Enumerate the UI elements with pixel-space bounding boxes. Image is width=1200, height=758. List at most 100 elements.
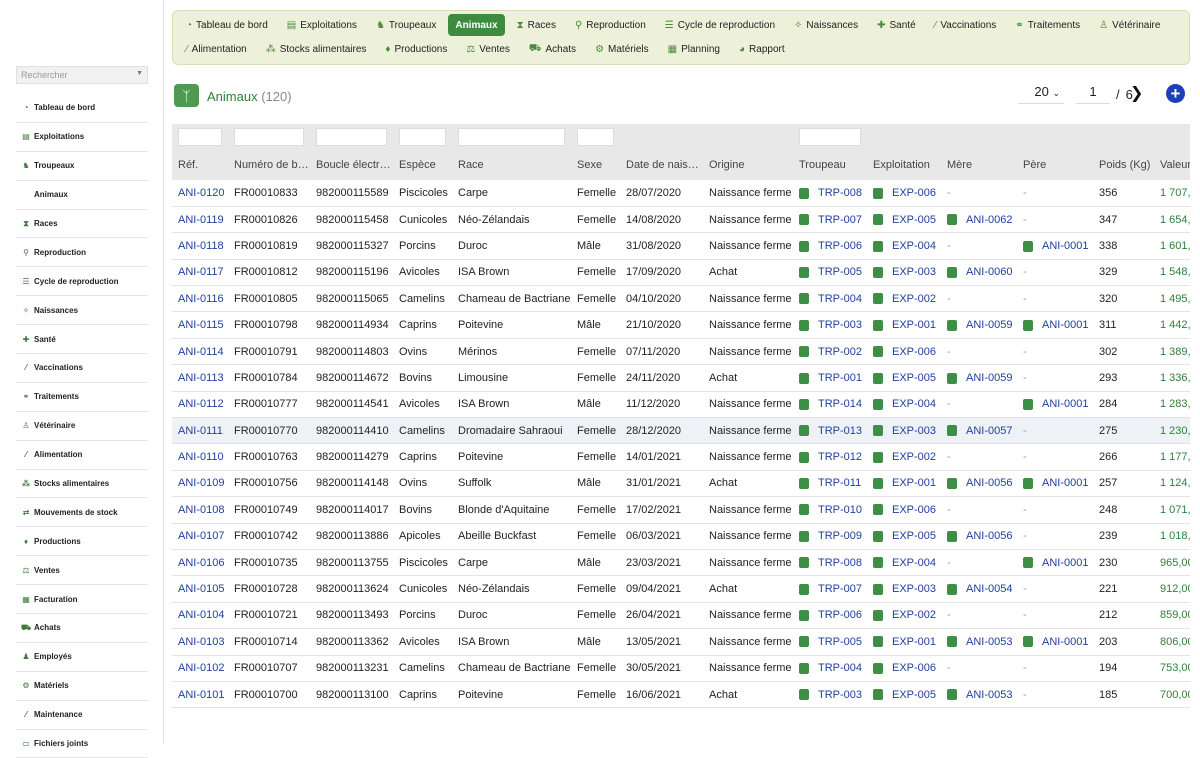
cell-link[interactable]: EXP-004 (892, 398, 936, 410)
cell-link[interactable]: ANI-0001 (1042, 319, 1088, 331)
cell-ref[interactable]: ANI-0105 (172, 575, 228, 603)
cell-link[interactable]: TRP-004 (818, 293, 862, 305)
column-header-ref[interactable]: Réf. (172, 150, 228, 180)
column-header-mere[interactable]: Mère (941, 150, 1017, 180)
cell-link[interactable]: TRP-014 (818, 398, 862, 410)
cell-link[interactable]: ANI-0001 (1042, 477, 1088, 489)
nav-rapport[interactable]: ◕ Rapport (732, 38, 792, 60)
sidebar-item-employes[interactable]: ♟ Employés (16, 643, 148, 672)
filter-input-race[interactable] (458, 128, 565, 146)
sidebar-item-troupeaux[interactable]: ♞ Troupeaux (16, 152, 148, 181)
cell-link[interactable]: ANI-0057 (966, 425, 1012, 437)
cell-link[interactable]: ANI-0001 (1042, 636, 1088, 648)
column-header-origine[interactable]: Origine (703, 150, 793, 180)
next-page-icon[interactable]: ❯ (1130, 83, 1143, 103)
sidebar-item-reproduction[interactable]: ⚲ Reproduction (16, 238, 148, 268)
nav-exploitations[interactable]: ▤ Exploitations (280, 14, 364, 36)
cell-link[interactable]: EXP-002 (892, 451, 936, 463)
cell-link[interactable]: EXP-002 (892, 293, 936, 305)
sidebar-item-animaux[interactable]: Animaux (16, 181, 148, 210)
cell-ref[interactable]: ANI-0118 (172, 232, 228, 260)
sidebar-item-exploitations[interactable]: ▤ Exploitations (16, 123, 148, 152)
cell-link[interactable]: TRP-003 (818, 319, 862, 331)
table-row[interactable]: ANI-0119 FR00010826 982000115458 Cunicoles N… (172, 206, 1190, 234)
cell-link[interactable]: TRP-007 (818, 583, 862, 595)
cell-link[interactable]: TRP-005 (818, 266, 862, 278)
table-row[interactable]: ANI-0111 FR00010770 982000114410 Camelins Dr… (172, 417, 1190, 445)
column-header-poids-kg[interactable]: Poids (Kg) (1093, 150, 1154, 180)
cell-ref[interactable]: ANI-0101 (172, 681, 228, 709)
cell-link[interactable]: ANI-0062 (966, 214, 1012, 226)
cell-link[interactable]: EXP-003 (892, 266, 936, 278)
nav-cycle-de-reproduction[interactable]: ☰ Cycle de reproduction (658, 14, 782, 36)
nav-stocks-alimentaires[interactable]: ⁂ Stocks alimentaires (259, 38, 374, 60)
cell-link[interactable]: EXP-006 (892, 187, 936, 199)
column-header-troupeau[interactable]: Troupeau (793, 150, 867, 180)
cell-link[interactable]: TRP-008 (818, 557, 862, 569)
cell-link[interactable]: ANI-0001 (1042, 557, 1088, 569)
table-row[interactable]: ANI-0109 FR00010756 982000114148 Ovins Suffo… (172, 470, 1190, 498)
sidebar-item-naissances[interactable]: ✧ Naissances (16, 296, 148, 326)
column-header-sexe[interactable]: Sexe (571, 150, 620, 180)
cell-ref[interactable]: ANI-0120 (172, 180, 228, 207)
sidebar-item-maintenance[interactable]: ⁄ Maintenance (16, 701, 148, 730)
cell-ref[interactable]: ANI-0108 (172, 496, 228, 524)
cell-ref[interactable]: ANI-0104 (172, 602, 228, 630)
cell-link[interactable]: ANI-0001 (1042, 398, 1088, 410)
cell-link[interactable]: EXP-006 (892, 662, 936, 674)
sidebar-item-traitements[interactable]: ⚭ Traitements (16, 383, 148, 412)
column-header-numero-de-b[interactable]: Numéro de b… (228, 150, 310, 180)
nav-achats[interactable]: ⛟ Achats (522, 38, 583, 60)
cell-link[interactable]: TRP-011 (818, 477, 861, 489)
cell-link[interactable]: EXP-001 (892, 477, 936, 489)
cell-ref[interactable]: ANI-0106 (172, 549, 228, 577)
cell-link[interactable]: EXP-005 (892, 689, 936, 701)
cell-link[interactable]: TRP-006 (818, 609, 862, 621)
cell-link[interactable]: TRP-008 (818, 187, 862, 199)
column-header-espece[interactable]: Espèce (393, 150, 452, 180)
table-row[interactable]: ANI-0118 FR00010819 982000115327 Porcins Dur… (172, 232, 1190, 260)
nav-races[interactable]: ⧗ Races (510, 14, 563, 36)
filter-input-boucle-electr[interactable] (316, 128, 387, 146)
add-animal-button[interactable]: + (1166, 84, 1185, 103)
table-row[interactable]: ANI-0107 FR00010742 982000113886 Apicoles Ab… (172, 523, 1190, 550)
cell-link[interactable]: TRP-006 (818, 240, 862, 252)
table-row[interactable]: ANI-0116 FR00010805 982000115065 Camelins Ch… (172, 285, 1190, 313)
sidebar-item-alimentation[interactable]: ⁄ Alimentation (16, 441, 148, 470)
cell-link[interactable]: ANI-0054 (966, 583, 1012, 595)
sidebar-item-vaccinations[interactable]: ⁄ Vaccinations (16, 354, 148, 383)
sidebar-item-veterinaire[interactable]: ♙ Vétérinaire (16, 412, 148, 441)
filter-input-troupeau[interactable] (799, 128, 861, 146)
sidebar-item-fichiers-joints[interactable]: ▭ Fichiers joints (16, 730, 148, 758)
cell-link[interactable]: TRP-009 (818, 530, 862, 542)
filter-input-sexe[interactable] (577, 128, 614, 146)
cell-link[interactable]: EXP-005 (892, 214, 936, 226)
cell-link[interactable]: EXP-006 (892, 346, 936, 358)
cell-link[interactable]: EXP-006 (892, 504, 936, 516)
cell-link[interactable]: EXP-003 (892, 583, 936, 595)
nav-naissances[interactable]: ✧ Naissances (787, 14, 865, 36)
nav-reproduction[interactable]: ⚲ Reproduction (568, 14, 653, 36)
nav-alimentation[interactable]: ⁄ Alimentation (179, 38, 254, 60)
nav-planning[interactable]: ▦ Planning (661, 38, 727, 60)
cell-ref[interactable]: ANI-0110 (172, 443, 228, 471)
sidebar-item-facturation[interactable]: ▦ Facturation (16, 585, 148, 615)
table-row[interactable]: ANI-0106 FR00010735 982000113755 Piscicoles… (172, 549, 1190, 577)
sidebar-item-stocks-alimentaires[interactable]: ⁂ Stocks alimentaires (16, 470, 148, 499)
sidebar-item-mouvements-de-stock[interactable]: ⇄ Mouvements de stock (16, 498, 148, 528)
nav-productions[interactable]: ♦ Productions (378, 38, 454, 60)
cell-ref[interactable]: ANI-0109 (172, 470, 228, 498)
cell-link[interactable]: EXP-001 (892, 636, 936, 648)
cell-link[interactable]: ANI-0001 (1042, 240, 1088, 252)
cell-link[interactable]: EXP-004 (892, 240, 936, 252)
column-header-valeur[interactable]: Valeur (1154, 150, 1190, 180)
cell-link[interactable]: TRP-010 (818, 504, 862, 516)
nav-tableau-de-bord[interactable]: ◔ Tableau de bord (179, 14, 275, 36)
nav-traitements[interactable]: ⚭ Traitements (1008, 14, 1087, 36)
column-header-exploitation[interactable]: Exploitation (867, 150, 941, 180)
table-row[interactable]: ANI-0102 FR00010707 982000113231 Camelins Ch… (172, 655, 1190, 682)
cell-link[interactable]: ANI-0056 (966, 530, 1012, 542)
table-row[interactable]: ANI-0104 FR00010721 982000113493 Porcins Dur… (172, 602, 1190, 630)
cell-ref[interactable]: ANI-0102 (172, 655, 228, 682)
cell-ref[interactable]: ANI-0116 (172, 285, 228, 313)
